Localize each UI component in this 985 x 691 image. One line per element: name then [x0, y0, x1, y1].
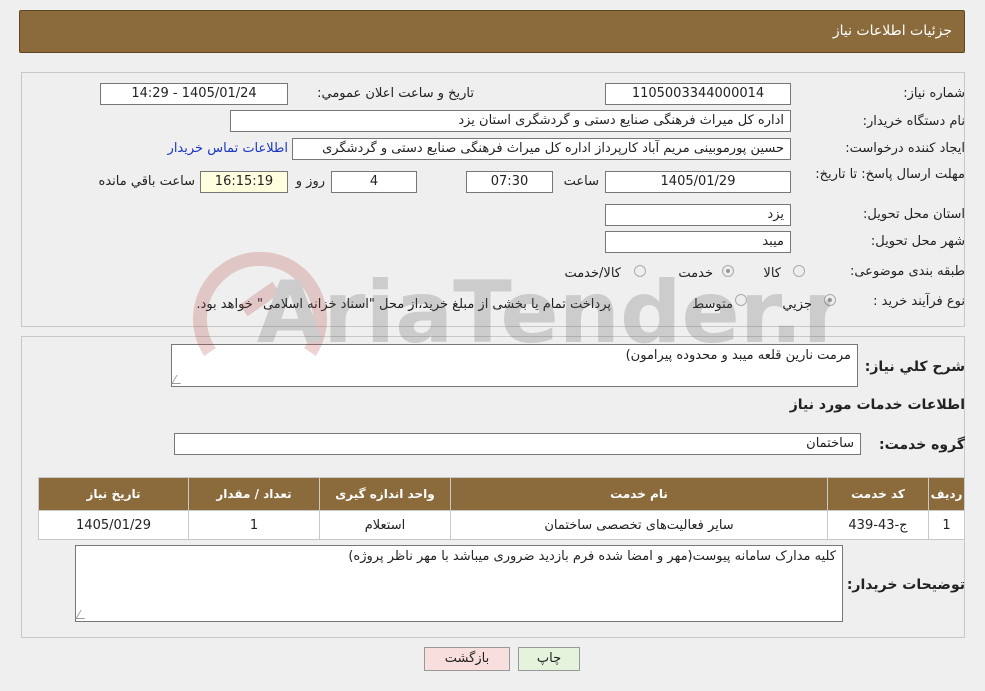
col-name-header: نام خدمت: [450, 477, 828, 511]
table-row[interactable]: 1 ج-43-439 سایر فعالیت‌های تخصصی ساختمان…: [38, 510, 965, 540]
process-minor-label: جزیي: [782, 297, 812, 312]
deadline-date-field[interactable]: 1405/01/29: [605, 171, 791, 193]
deadline-time-field[interactable]: 07:30: [466, 171, 553, 193]
contact-info-link[interactable]: اطلاعات تماس خریدار: [168, 141, 288, 156]
resize-grip-icon[interactable]: [75, 610, 90, 619]
category-service-label: خدمت: [678, 266, 713, 281]
summary-textarea[interactable]: مرمت نارین قلعه میبد و محدوده پیرامون): [171, 344, 858, 387]
process-label: نوع فرآیند خرید :: [873, 294, 965, 309]
service-group-field[interactable]: ساختمان: [174, 433, 861, 455]
process-note: پرداخت تمام یا بخشی از مبلغ خرید،از محل …: [196, 297, 611, 312]
category-goods-service-label: کالا/خدمت: [564, 266, 621, 281]
page-title: جزئیات اطلاعات نیاز: [832, 23, 952, 39]
deadline-label: مهلت ارسال پاسخ: تا تاریخ:: [815, 167, 965, 182]
summary-label: شرح کلي نياز:: [864, 359, 965, 375]
creator-label: ايجاد کننده درخواست:: [845, 141, 965, 156]
services-table: رديف کد خدمت نام خدمت واحد اندازه گيری ت…: [38, 477, 965, 540]
category-service-radio[interactable]: [722, 265, 734, 277]
col-qty-header: تعداد / مقدار: [188, 477, 320, 511]
province-label: استان محل تحویل:: [863, 207, 965, 222]
creator-field[interactable]: حسین پورموبینی مریم آباد کارپرداز اداره …: [292, 138, 791, 160]
buyer-notes-textarea[interactable]: کلیه مدارک سامانه پیوست(مهر و امضا شده ف…: [75, 545, 843, 622]
announce-label: تاریخ و ساعت اعلان عمومي:: [317, 86, 474, 101]
page-header: جزئیات اطلاعات نیاز: [19, 10, 965, 53]
province-field[interactable]: یزد: [605, 204, 791, 226]
service-group-label: گروه خدمت:: [879, 437, 965, 453]
print-button[interactable]: چاپ: [518, 647, 580, 671]
city-label: شهر محل تحویل:: [870, 234, 965, 249]
col-row-header: رديف: [928, 477, 965, 511]
cell-row: 1: [928, 510, 965, 540]
category-goods-service-radio[interactable]: [634, 265, 646, 277]
process-medium-label: متوسط: [692, 297, 733, 312]
process-minor-radio[interactable]: [824, 294, 836, 306]
city-field[interactable]: میبد: [605, 231, 791, 253]
announce-field[interactable]: 1405/01/24 - 14:29: [100, 83, 288, 105]
col-date-header: تاريخ نياز: [38, 477, 189, 511]
cell-unit: استعلام: [319, 510, 451, 540]
cell-name: سایر فعالیت‌های تخصصی ساختمان: [450, 510, 828, 540]
category-goods-radio[interactable]: [793, 265, 805, 277]
services-heading: اطلاعات خدمات مورد نياز: [789, 397, 965, 413]
summary-text: مرمت نارین قلعه میبد و محدوده پیرامون): [625, 348, 851, 363]
category-goods-label: کالا: [763, 266, 781, 281]
resize-grip-icon[interactable]: [171, 375, 186, 384]
buyer-org-label: نام دستگاه خريدار:: [862, 114, 965, 129]
category-label: طبقه بندی موضوعی:: [849, 264, 965, 279]
remaining-time-label: ساعت باقي مانده: [98, 174, 195, 189]
cell-code: ج-43-439: [827, 510, 929, 540]
col-code-header: کد خدمت: [827, 477, 929, 511]
days-remaining-field[interactable]: 4: [331, 171, 417, 193]
cell-date: 1405/01/29: [38, 510, 189, 540]
buyer-org-field[interactable]: اداره کل میراث فرهنگی صنایع دستی و گردشگ…: [230, 110, 791, 132]
buyer-notes-label: توضيحات خريدار:: [846, 577, 965, 593]
need-number-field[interactable]: 1105003344000014: [605, 83, 791, 105]
buyer-notes-text: کلیه مدارک سامانه پیوست(مهر و امضا شده ف…: [348, 549, 836, 564]
table-header-row: رديف کد خدمت نام خدمت واحد اندازه گيری ت…: [38, 477, 965, 511]
deadline-time-label: ساعت: [563, 174, 599, 189]
col-unit-header: واحد اندازه گيری: [319, 477, 451, 511]
cell-qty: 1: [188, 510, 320, 540]
days-label: روز و: [295, 174, 325, 189]
remaining-time-field[interactable]: 16:15:19: [200, 171, 288, 193]
back-button[interactable]: بازگشت: [424, 647, 510, 671]
process-medium-radio[interactable]: [735, 294, 747, 306]
need-number-label: شماره نیاز:: [903, 86, 965, 101]
